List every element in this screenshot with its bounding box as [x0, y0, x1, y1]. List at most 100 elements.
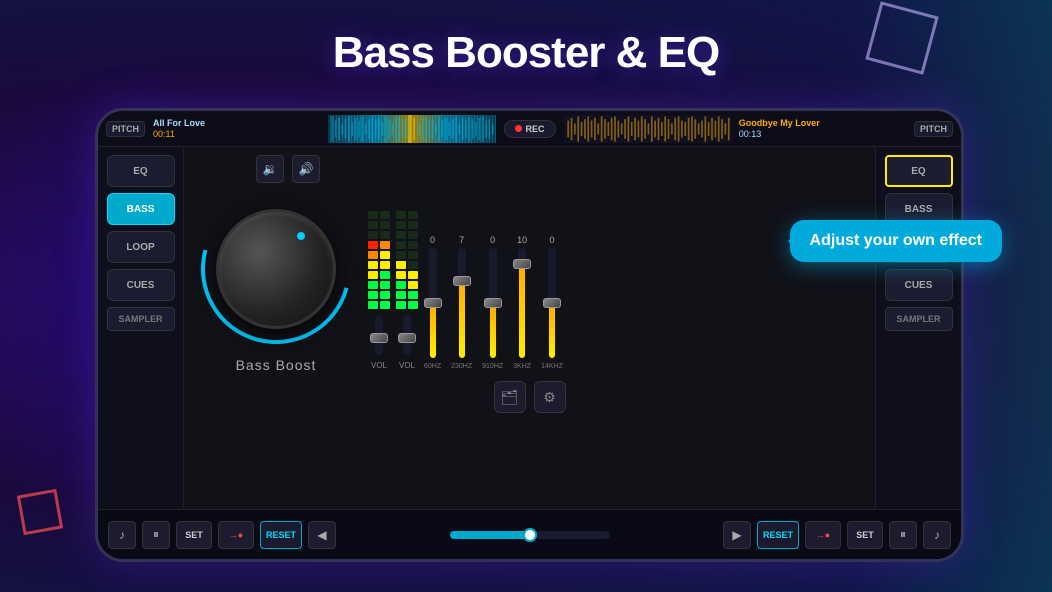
- eq-slider-fill: [490, 303, 496, 358]
- vu-bar: [408, 301, 418, 309]
- eq-slider-group-3khz: 103KHZ: [513, 235, 531, 370]
- left-eq-button[interactable]: EQ: [107, 155, 175, 187]
- vu-bar: [408, 241, 418, 249]
- vol-left-fader[interactable]: [370, 333, 388, 343]
- vu-bar: [408, 261, 418, 269]
- vu-bar: [380, 291, 390, 299]
- tooltip-text: Adjust your own effect: [810, 232, 982, 249]
- pause-right-button[interactable]: ⏸: [889, 521, 917, 549]
- vu-bar: [408, 231, 418, 239]
- vu-bar: [368, 261, 378, 269]
- vu-bar: [396, 291, 406, 299]
- vu-bar: [368, 251, 378, 259]
- right-panel: EQ BASS LOOP CUES SAMPLER: [875, 147, 961, 509]
- left-cues-button[interactable]: CUES: [107, 269, 175, 301]
- eq-slider-fill: [519, 264, 525, 358]
- vu-bar: [380, 251, 390, 259]
- vu-bar: [396, 241, 406, 249]
- eq-slider-thumb[interactable]: [484, 298, 502, 308]
- reset-left-button[interactable]: RESET: [260, 521, 302, 549]
- prev-button[interactable]: ◀: [308, 521, 336, 549]
- tooltip-bubble: Adjust your own effect: [790, 220, 1002, 262]
- arrow-dot-right-button[interactable]: →●: [805, 521, 841, 549]
- vu-bar: [396, 251, 406, 259]
- eq-slider-track-230hz[interactable]: [458, 248, 466, 358]
- music-note-right-button[interactable]: ♪: [923, 521, 951, 549]
- eq-freq-label-230hz: 230HZ: [451, 363, 472, 370]
- vu-bar: [396, 281, 406, 289]
- left-panel: EQ BASS LOOP CUES SAMPLER: [98, 147, 184, 509]
- vu-bar: [408, 271, 418, 279]
- bass-boost-knob[interactable]: [196, 189, 356, 349]
- rec-dot: [515, 125, 522, 132]
- right-sampler-label: SAMPLER: [885, 307, 953, 331]
- pause-left-button[interactable]: ⏸: [142, 521, 170, 549]
- vu-bar: [368, 231, 378, 239]
- eq-slider-fill: [549, 303, 555, 358]
- deco-triangle-bottom: [17, 489, 63, 535]
- eq-slider-track-3khz[interactable]: [518, 248, 526, 358]
- vu-bar: [408, 281, 418, 289]
- eq-slider-track-14khz[interactable]: [548, 248, 556, 358]
- vol-up-icon[interactable]: 🔊: [292, 155, 320, 183]
- vu-bar: [380, 221, 390, 229]
- set-left-button[interactable]: SET: [176, 521, 212, 549]
- vu-bar: [368, 281, 378, 289]
- library-icon-button[interactable]: 🗂: [494, 381, 526, 413]
- eq-slider-group-230hz: 7 230HZ: [451, 235, 472, 370]
- eq-slider-fill: [459, 281, 465, 358]
- left-bass-button[interactable]: BASS: [107, 193, 175, 225]
- eq-slider-thumb[interactable]: [543, 298, 561, 308]
- pitch-right-button[interactable]: PITCH: [914, 121, 953, 137]
- eq-slider-fill: [430, 303, 436, 358]
- progress-bar[interactable]: [450, 531, 610, 539]
- arrow-dot-left-button[interactable]: →●: [218, 521, 254, 549]
- reset-right-button[interactable]: RESET: [757, 521, 799, 549]
- track-left-name: All For Love: [153, 118, 320, 128]
- track-right-time: 00:13: [739, 129, 906, 139]
- eq-slider-track-910hz[interactable]: [489, 248, 497, 358]
- vu-bar: [368, 301, 378, 309]
- music-note-left-button[interactable]: ♪: [108, 521, 136, 549]
- transport-center: [342, 531, 717, 539]
- knob-label: Bass Boost: [236, 357, 317, 373]
- vu-bar: [396, 271, 406, 279]
- vu-bar: [380, 281, 390, 289]
- vu-bar: [380, 271, 390, 279]
- waveform-left: [328, 115, 495, 143]
- eq-slider-group-60hz: 060HZ: [424, 235, 441, 370]
- eq-slider-thumb[interactable]: [453, 276, 471, 286]
- vu-bar: [368, 271, 378, 279]
- progress-thumb: [523, 528, 537, 542]
- main-content: EQ BASS LOOP CUES SAMPLER 🔉 🔊: [98, 147, 961, 509]
- eq-value-230hz: 7: [459, 235, 464, 245]
- pitch-left-button[interactable]: PITCH: [106, 121, 145, 137]
- vu-bar: [408, 251, 418, 259]
- next-button[interactable]: ▶: [723, 521, 751, 549]
- vol-left-label: VOL: [371, 361, 387, 370]
- right-cues-button[interactable]: CUES: [885, 269, 953, 301]
- vu-bar: [396, 301, 406, 309]
- settings-icon-button[interactable]: ⚙: [534, 381, 566, 413]
- left-loop-button[interactable]: LOOP: [107, 231, 175, 263]
- vu-bar: [380, 241, 390, 249]
- right-eq-button[interactable]: EQ: [885, 155, 953, 187]
- eq-value-910hz: 0: [490, 235, 495, 245]
- page-title: Bass Booster & EQ: [0, 28, 1052, 78]
- eq-slider-thumb[interactable]: [513, 259, 531, 269]
- knob-body: [216, 209, 336, 329]
- vol-right-fader[interactable]: [398, 333, 416, 343]
- vu-bar: [380, 231, 390, 239]
- rec-button[interactable]: REC: [504, 120, 556, 138]
- eq-slider-track-60hz[interactable]: [429, 248, 437, 358]
- track-info-right: Goodbye My Lover 00:13: [731, 118, 914, 139]
- vol-down-icon[interactable]: 🔉: [256, 155, 284, 183]
- set-right-button[interactable]: SET: [847, 521, 883, 549]
- bottom-icons: 🗂 ⚙: [494, 381, 566, 413]
- vu-bar: [368, 211, 378, 219]
- vu-bar: [408, 211, 418, 219]
- eq-slider-thumb[interactable]: [424, 298, 442, 308]
- eq-freq-label-60hz: 60HZ: [424, 363, 441, 370]
- vu-bar: [380, 301, 390, 309]
- eq-value-14khz: 0: [549, 235, 554, 245]
